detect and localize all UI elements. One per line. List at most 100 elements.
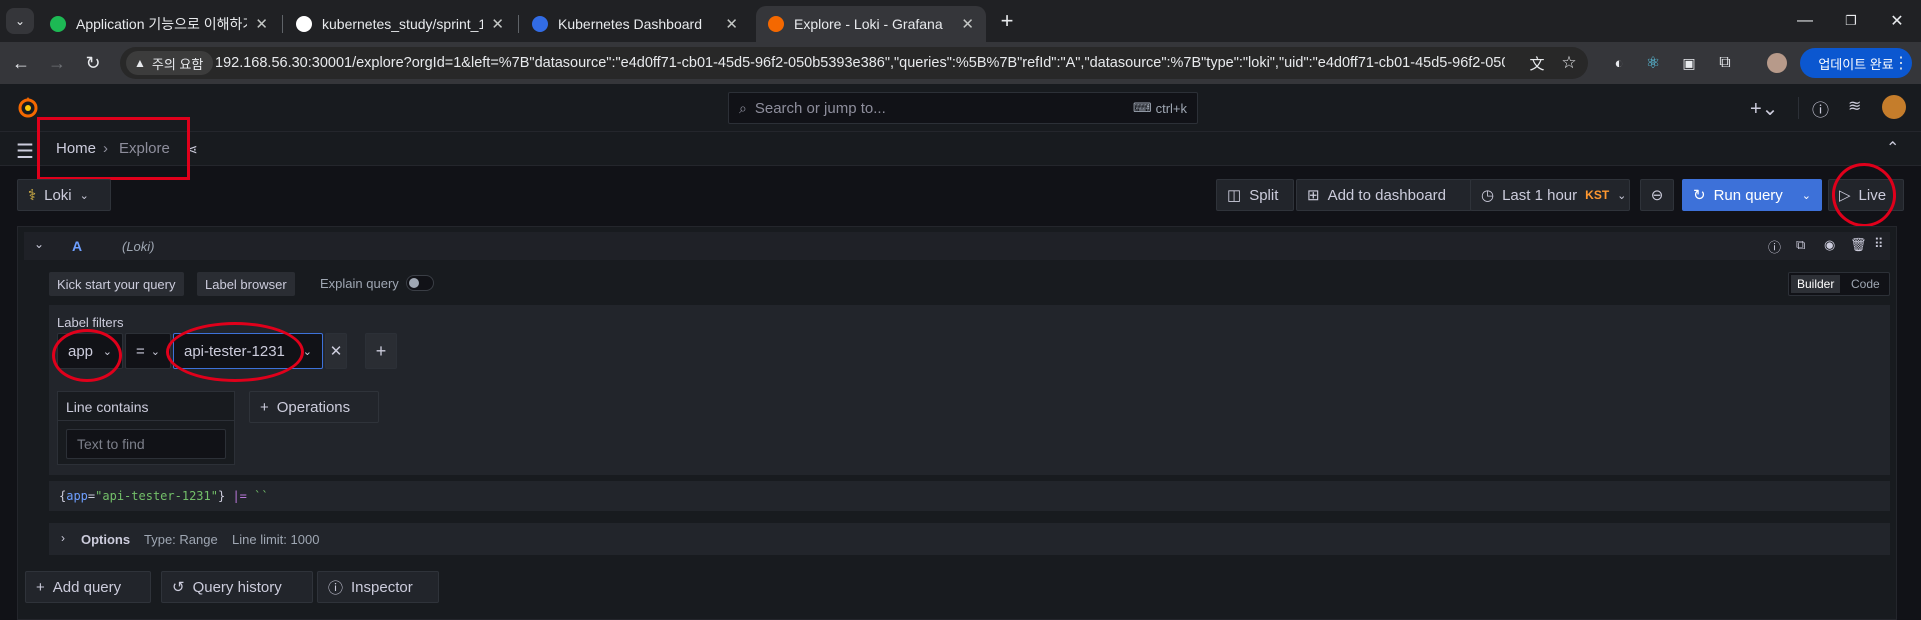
url-text[interactable]: 192.168.56.30:30001/explore?orgId=1&left… [215,55,1505,71]
datasource-picker[interactable]: ⚕ Loki ⌄ [17,179,111,211]
query-builder-area: Label filters app ⌄ = ⌄ api-tester-1231 … [49,305,1890,475]
grafana-logo-icon[interactable] [16,96,40,120]
close-tab-icon[interactable]: ✕ [491,15,504,33]
query-panel: ⌄ A (Loki) ⓘ ⧉ ◉ 🗑 ⠿ Kick start your que… [17,226,1897,620]
query-history-button[interactable]: ↺ Query history [161,571,313,603]
code-mode-tab[interactable]: Code [1851,275,1880,293]
share-icon[interactable]: ⋖ [186,141,198,158]
label-key-select[interactable]: app ⌄ [57,333,123,369]
restore-window-icon[interactable]: ❐ [1836,8,1866,34]
builder-mode-tab[interactable]: Builder [1791,275,1841,293]
user-avatar[interactable] [1882,95,1906,119]
add-to-dashboard-button[interactable]: ⊞ Add to dashboard [1296,179,1472,211]
translate-icon[interactable]: 文 [1524,50,1550,76]
label-filters-title: Label filters [57,315,124,330]
close-window-icon[interactable]: ✕ [1882,8,1912,34]
tab-separator [518,15,519,33]
add-query-button[interactable]: + Add query [25,571,151,603]
news-rss-icon[interactable]: ≋ [1848,96,1861,116]
history-icon: ↺ [172,579,185,596]
tab-search-chevron-icon[interactable]: ⌄ [6,8,34,34]
chevron-right-icon: › [61,531,65,545]
chevron-down-icon: ⌄ [302,345,312,358]
query-help-icon[interactable]: ⓘ [1768,237,1781,256]
close-tab-icon[interactable]: ✕ [725,15,738,33]
minimize-window-icon[interactable]: — [1790,8,1820,34]
play-icon: ▷ [1839,187,1851,204]
split-button[interactable]: ◫ Split [1216,179,1294,211]
toggle-visibility-eye-icon[interactable]: ◉ [1824,237,1835,253]
label-browser-button[interactable]: Label browser [197,272,295,296]
new-plus-icon[interactable]: +⌄ [1750,96,1778,121]
run-query-button[interactable]: ↻ Run query ⌄ [1682,179,1822,211]
browser-tab-grafana-explore[interactable]: Explore - Loki - Grafana ✕ [756,6,986,42]
plus-icon: + [260,398,269,416]
add-operation-button[interactable]: + Operations [249,391,379,423]
editor-mode-switch: Builder Code [1788,272,1890,296]
react-devtools-icon[interactable]: ⚛ [1640,50,1666,76]
extension-circle-icon[interactable]: ◐ [1606,50,1632,76]
collapse-chevron-icon[interactable]: ⌄ [34,237,44,251]
add-filter-button[interactable]: + [365,333,397,369]
breadcrumb-home[interactable]: Home [56,140,96,157]
help-icon[interactable]: ⓘ [1812,96,1829,121]
breadcrumb-explore: Explore [119,140,170,157]
zoom-out-button[interactable]: ⊖ [1640,179,1674,211]
info-circle-icon: ⓘ [328,579,344,597]
label-value-select[interactable]: api-tester-1231 ⌄ [173,333,323,369]
plus-icon: + [36,578,45,596]
loki-logo-icon: ⚕ [28,187,37,204]
reload-icon[interactable]: ↻ [80,50,106,76]
warning-triangle-icon: ▲ [134,56,146,70]
hamburger-menu-icon[interactable]: ☰ [16,139,34,164]
delete-trash-icon[interactable]: 🗑 [1850,237,1867,253]
grafana-breadcrumb-bar: ☰ Home › Explore ⋖ ⌃ [0,132,1921,166]
close-tab-icon[interactable]: ✕ [255,15,268,33]
query-ref-id[interactable]: A [72,238,82,254]
apps-grid-icon: ⊞ [1307,187,1320,204]
collapse-chevron-up-icon[interactable]: ⌃ [1886,138,1899,158]
back-arrow-icon[interactable]: ← [8,50,34,76]
browser-tab-github[interactable]: kubernetes_study/sprint_1/sec ✕ [284,6,516,42]
search-input[interactable]: ⌕ Search or jump to... ⌨ ctrl+k [728,92,1198,124]
time-range-picker[interactable]: ◷ Last 1 hour KST ⌄ [1470,179,1630,211]
duplicate-query-icon[interactable]: ⧉ [1796,237,1805,253]
clock-icon: ◷ [1481,187,1495,204]
close-tab-icon[interactable]: ✕ [961,15,974,33]
live-button[interactable]: ▷ Live [1828,179,1904,211]
browser-address-bar: ← → ↻ ▲ 주의 요함 192.168.56.30:30001/explor… [0,42,1921,84]
grafana-top-nav: ⌕ Search or jump to... ⌨ ctrl+k +⌄ ⓘ ≋ [0,84,1921,132]
extension-square-icon[interactable]: ▣ [1676,50,1702,76]
label-operator-select[interactable]: = ⌄ [125,333,171,369]
close-icon: ✕ [329,343,343,360]
keyboard-icon: ⌨ [1132,100,1152,115]
line-contains-operation: Line contains Text to find [57,391,235,465]
chevron-down-icon: ⌄ [79,189,89,202]
chevron-down-icon: ⌄ [102,345,112,358]
chevron-down-icon: ⌄ [150,345,160,358]
browser-menu-icon[interactable]: ⋮ [1888,50,1914,76]
bookmark-star-icon[interactable]: ☆ [1556,50,1582,76]
options-type: Type: Range [144,532,218,547]
options-line-limit: Line limit: 1000 [232,532,320,547]
nav-divider [1798,97,1799,119]
new-tab-plus-icon[interactable]: + [992,8,1022,34]
drag-handle-icon[interactable]: ⠿ [1874,236,1884,252]
query-options-row[interactable]: › Options Type: Range Line limit: 1000 [49,523,1890,555]
browser-tab-kubernetes-dashboard[interactable]: Kubernetes Dashboard ✕ [520,6,750,42]
remove-filter-button[interactable]: ✕ [325,333,347,369]
security-warning-chip[interactable]: ▲ 주의 요함 [126,51,214,75]
zoom-out-icon: ⊖ [1650,187,1664,204]
refresh-icon: ↻ [1693,187,1706,204]
search-icon: ⌕ [739,99,747,116]
explain-query-toggle[interactable] [406,275,434,291]
profile-avatar[interactable] [1764,50,1790,76]
forward-arrow-icon[interactable]: → [44,50,70,76]
omnibox[interactable]: ▲ 주의 요함 192.168.56.30:30001/explore?orgI… [120,47,1588,79]
inspector-button[interactable]: ⓘ Inspector [317,571,439,603]
text-to-find-input[interactable]: Text to find [66,429,226,459]
chevron-down-icon: ⌄ [1801,189,1811,202]
extensions-puzzle-icon[interactable]: ⧉ [1712,50,1738,76]
kick-start-query-button[interactable]: Kick start your query [49,272,184,296]
browser-tab-application[interactable]: Application 기능으로 이해하기 ✕ [38,6,280,42]
